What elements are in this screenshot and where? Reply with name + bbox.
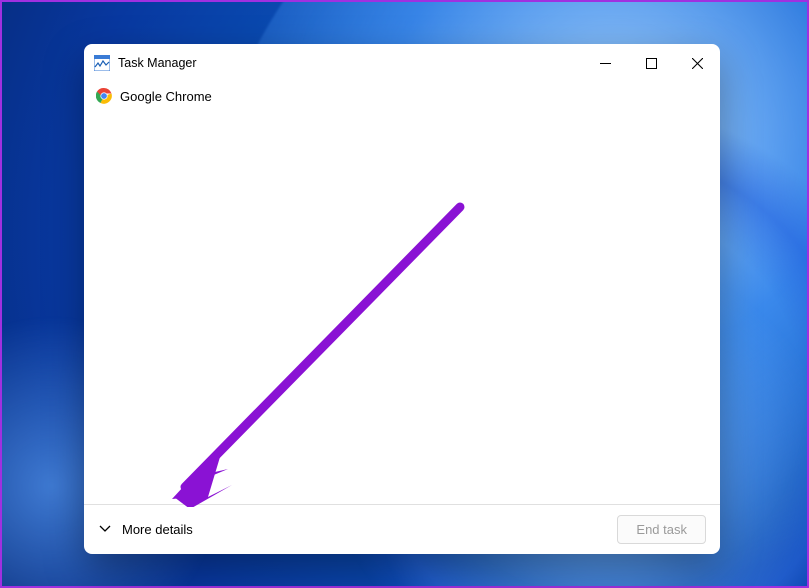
task-manager-window: Task Manager bbox=[84, 44, 720, 554]
more-details-toggle[interactable]: More details bbox=[98, 521, 193, 538]
footer-bar: More details End task bbox=[84, 504, 720, 554]
window-title: Task Manager bbox=[118, 56, 197, 70]
end-task-button[interactable]: End task bbox=[617, 515, 706, 544]
process-list[interactable]: Google Chrome bbox=[84, 82, 720, 504]
task-manager-icon bbox=[94, 55, 110, 71]
chrome-icon bbox=[96, 88, 112, 104]
more-details-label: More details bbox=[122, 522, 193, 537]
titlebar[interactable]: Task Manager bbox=[84, 44, 720, 82]
minimize-button[interactable] bbox=[582, 44, 628, 82]
close-button[interactable] bbox=[674, 44, 720, 82]
process-item[interactable]: Google Chrome bbox=[90, 84, 714, 108]
process-name: Google Chrome bbox=[120, 89, 212, 104]
window-controls bbox=[582, 44, 720, 82]
chevron-down-icon bbox=[98, 521, 112, 538]
maximize-button[interactable] bbox=[628, 44, 674, 82]
